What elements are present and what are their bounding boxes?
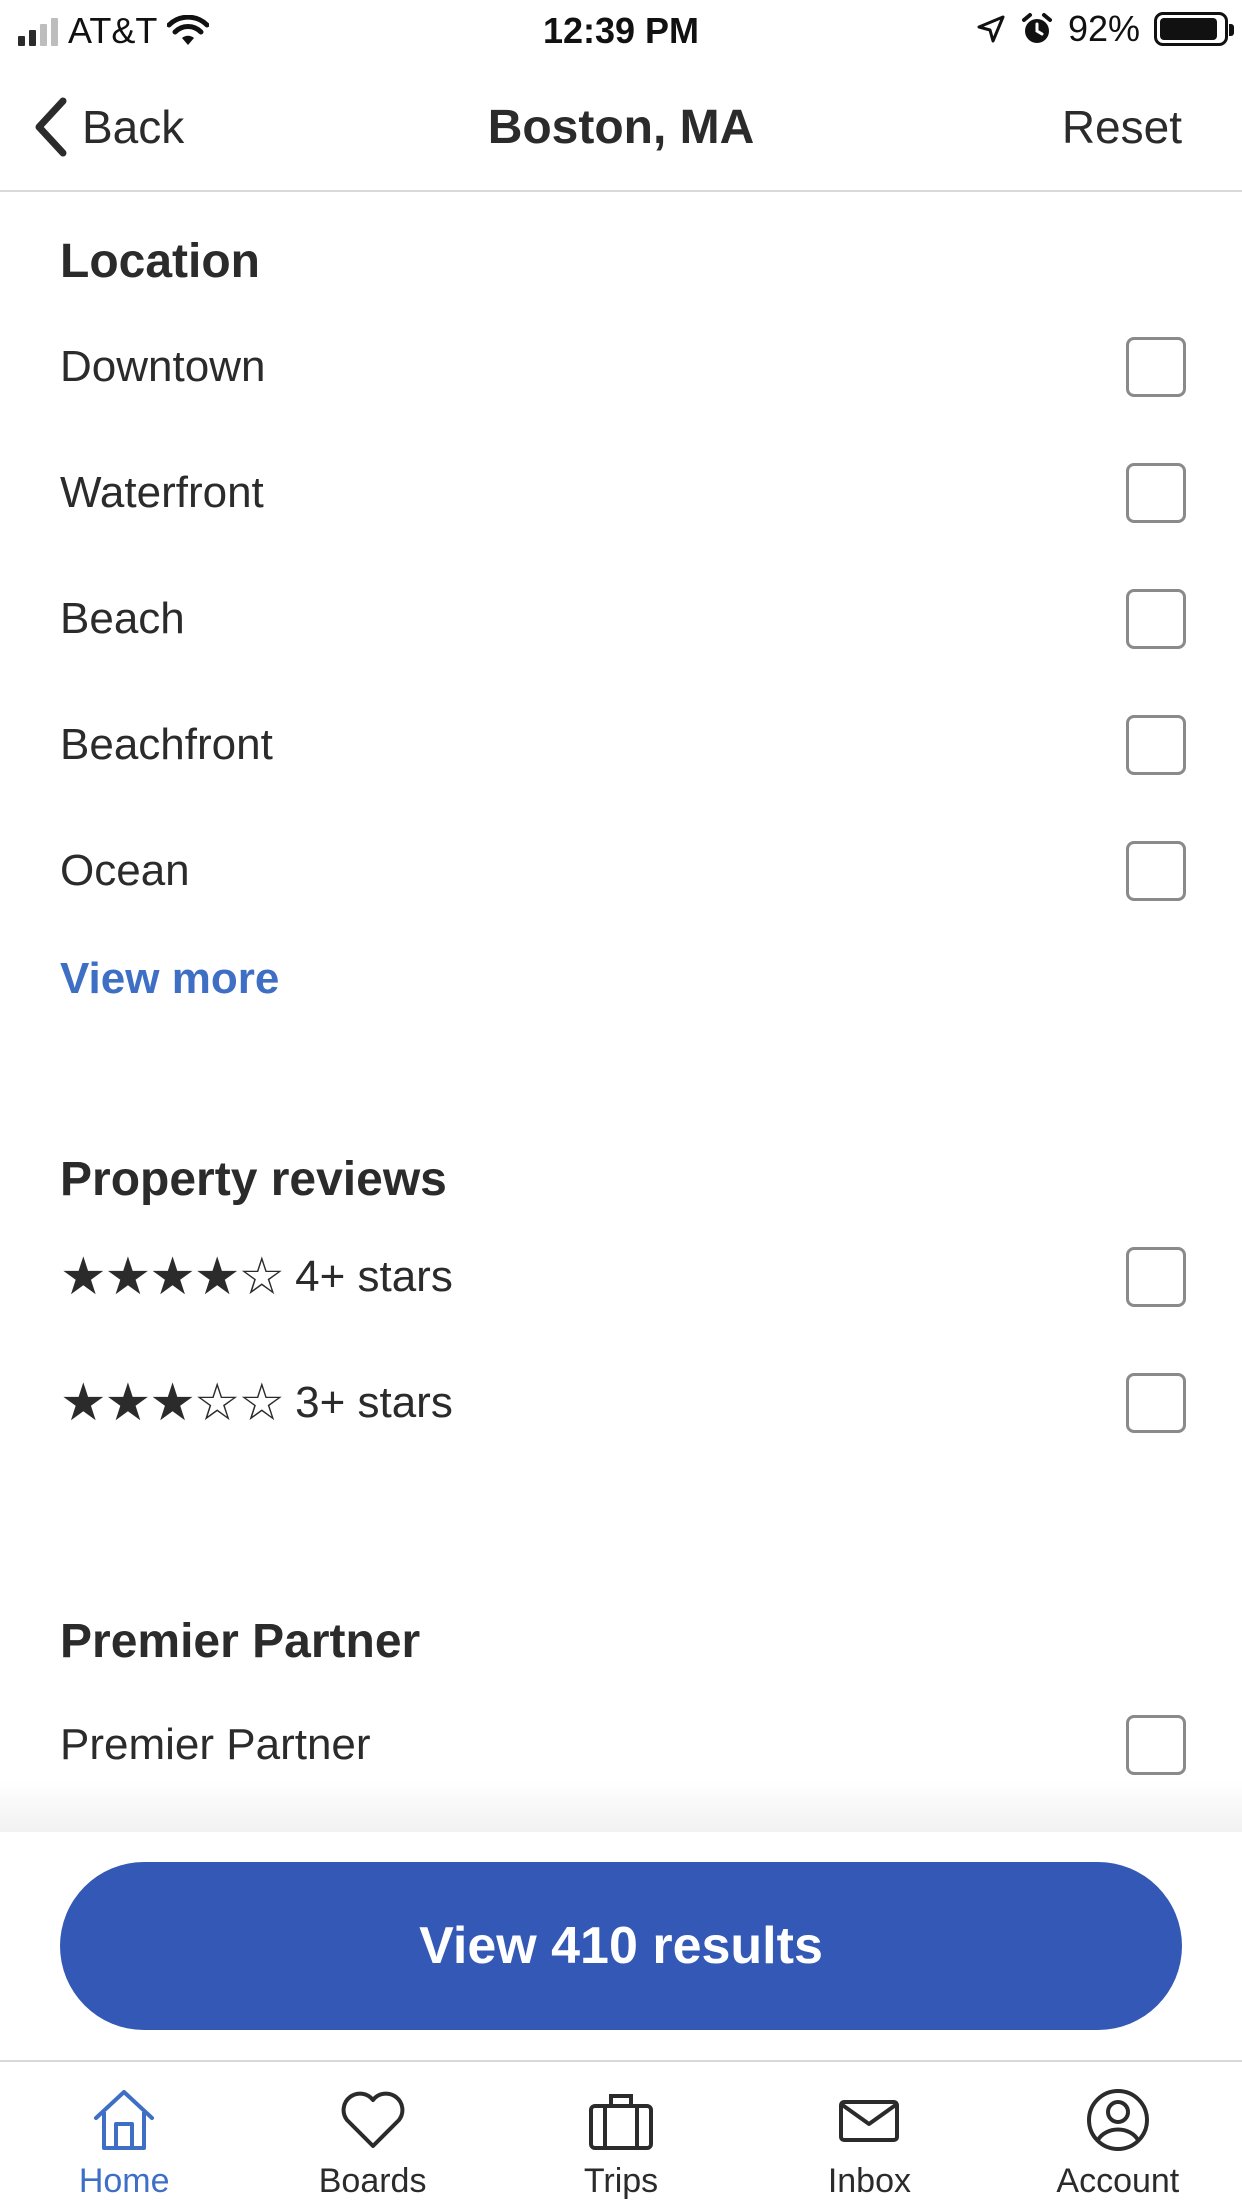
envelope-icon (839, 2100, 900, 2142)
tab-label: Home (78, 2162, 170, 2200)
filter-label: Downtown (60, 342, 266, 391)
filter-label: Premier Partner (60, 1720, 371, 1769)
filter-content[interactable]: Location Downtown Waterfront Beach Beach… (0, 192, 1242, 1832)
location-arrow-icon (977, 15, 1005, 43)
3-stars-checkbox[interactable] (1126, 1373, 1186, 1433)
navigation-bar: Back Boston, MA Reset (0, 62, 1242, 192)
downtown-checkbox[interactable] (1126, 337, 1186, 397)
filter-row-beachfront[interactable]: Beachfront (0, 682, 1242, 808)
tab-boards[interactable]: Boards (248, 2062, 496, 2208)
filter-row-beach[interactable]: Beach (0, 556, 1242, 682)
page-title: Boston, MA (487, 101, 755, 154)
filter-label: Waterfront (60, 468, 264, 517)
filter-row-ocean[interactable]: Ocean (0, 808, 1242, 934)
beachfront-checkbox[interactable] (1126, 715, 1186, 775)
rating-text: 4+ stars (295, 1252, 453, 1301)
tab-label: Inbox (827, 2162, 912, 2200)
rating-label-3: ★★★☆☆ 3+ stars (60, 1377, 453, 1429)
filter-label: Beach (60, 594, 185, 643)
battery-icon (1154, 12, 1234, 46)
filter-row-4-stars[interactable]: ★★★★☆ 4+ stars (0, 1214, 1242, 1340)
scroll-fade (0, 1780, 1242, 1832)
heart-icon (341, 2091, 404, 2148)
4-stars-checkbox[interactable] (1126, 1247, 1186, 1307)
filter-label: Ocean (60, 846, 190, 895)
suitcase-icon (589, 2094, 654, 2150)
account-icon (1086, 2089, 1149, 2151)
tab-label: Account (1056, 2162, 1180, 2200)
filter-label: Beachfront (60, 720, 273, 769)
location-section-title: Location (60, 235, 260, 288)
tab-inbox[interactable]: Inbox (745, 2062, 993, 2208)
filter-row-waterfront[interactable]: Waterfront (0, 430, 1242, 556)
results-footer: View 410 results (0, 1832, 1242, 2062)
status-right: 92% (976, 8, 1234, 50)
battery-percentage: 92% (1067, 8, 1140, 49)
view-more-link[interactable]: View more (60, 954, 279, 1004)
tab-home[interactable]: Home (0, 2062, 248, 2208)
alarm-clock-icon (1021, 13, 1052, 43)
premier-partner-checkbox[interactable] (1126, 1715, 1186, 1775)
tab-bar: Home Boards Trips Inbox Account (0, 2060, 1242, 2208)
three-star-rating-icon: ★★★☆☆ (60, 1374, 285, 1432)
rating-text: 3+ stars (295, 1378, 453, 1427)
reset-button[interactable]: Reset (1062, 100, 1182, 154)
tab-account[interactable]: Account (994, 2062, 1242, 2208)
premier-section-title: Premier Partner (60, 1615, 421, 1668)
view-results-button[interactable]: View 410 results (60, 1862, 1182, 2030)
rating-label-4: ★★★★☆ 4+ stars (60, 1251, 453, 1303)
tab-label: Boards (318, 2162, 427, 2200)
ocean-checkbox[interactable] (1126, 841, 1186, 901)
reviews-section-title: Property reviews (60, 1153, 447, 1206)
four-star-rating-icon: ★★★★☆ (60, 1248, 285, 1306)
tab-trips[interactable]: Trips (497, 2062, 745, 2208)
home-icon (94, 2090, 155, 2150)
tab-label: Trips (583, 2162, 659, 2200)
filter-row-3-stars[interactable]: ★★★☆☆ 3+ stars (0, 1340, 1242, 1466)
beach-checkbox[interactable] (1126, 589, 1186, 649)
filter-row-downtown[interactable]: Downtown (0, 304, 1242, 430)
status-bar: AT&T 12:39 PM 92% (0, 0, 1242, 62)
waterfront-checkbox[interactable] (1126, 463, 1186, 523)
